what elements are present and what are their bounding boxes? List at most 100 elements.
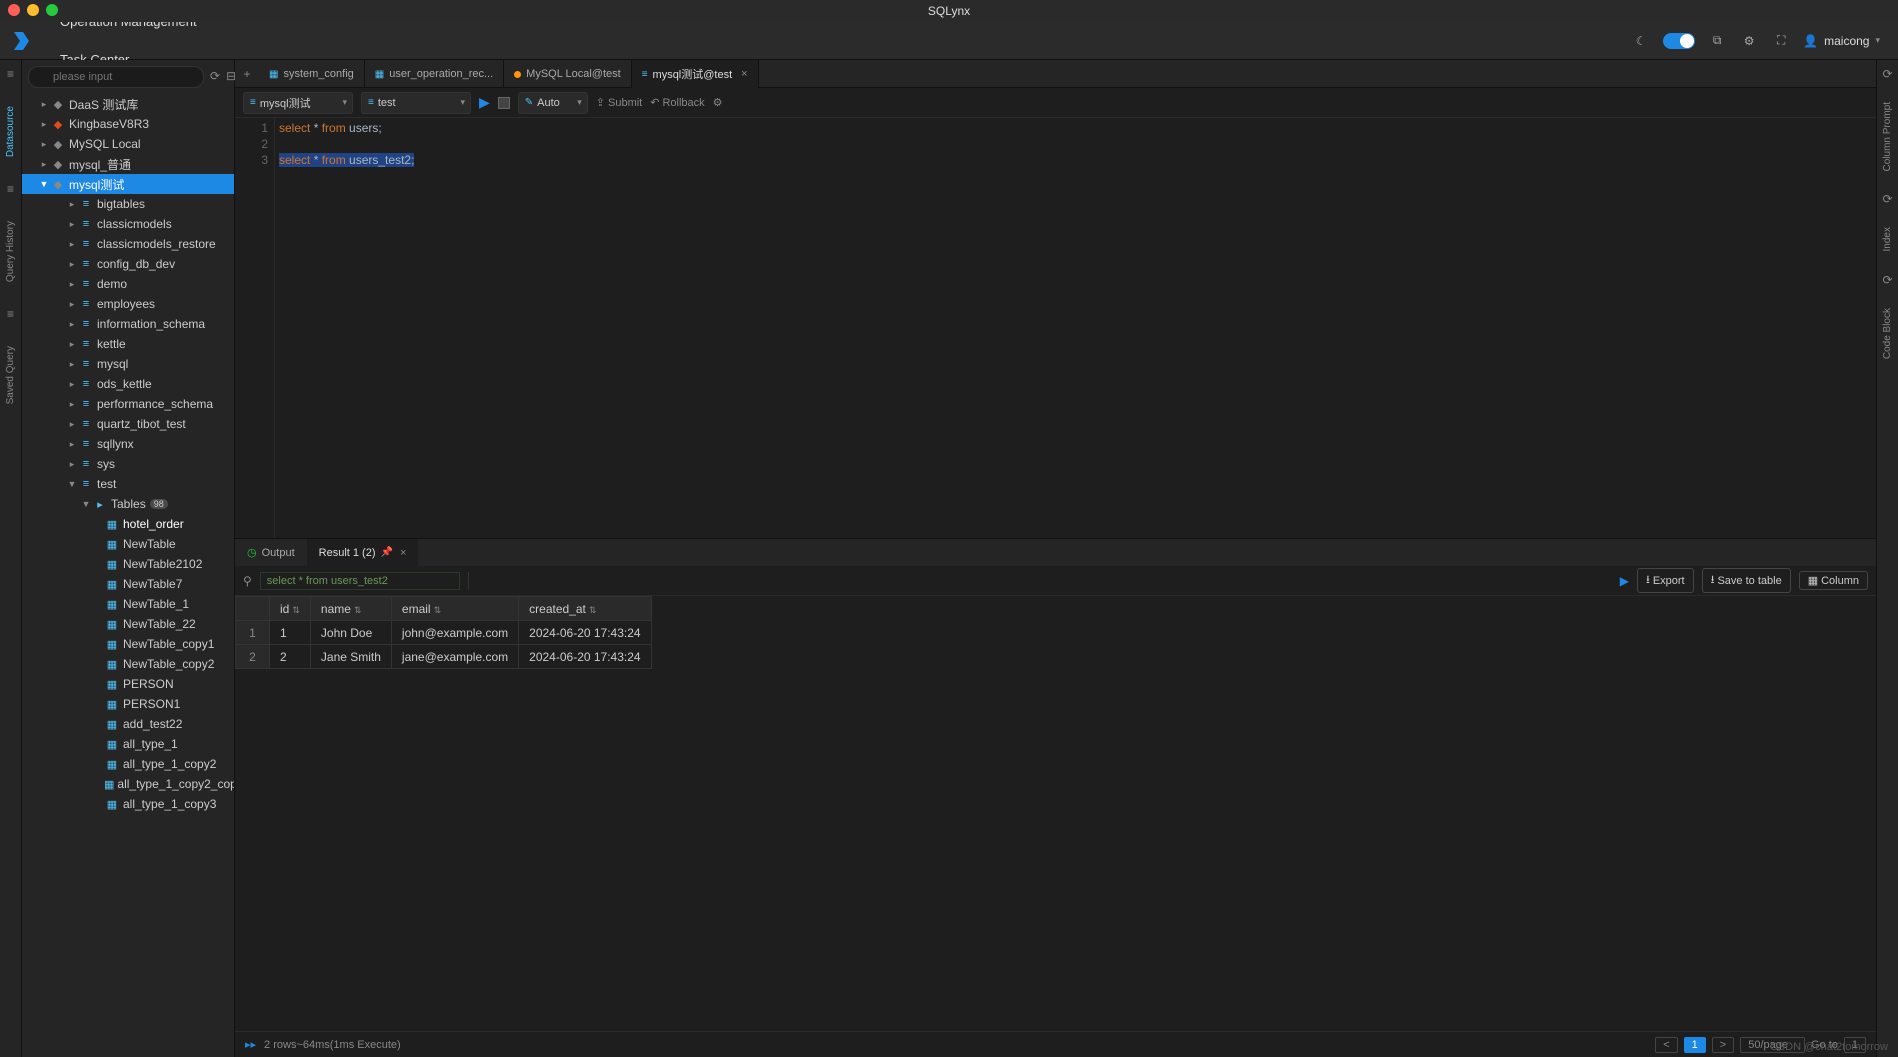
prev-page-button[interactable]: < [1655, 1037, 1677, 1053]
page-size-select[interactable]: 50/page [1740, 1037, 1805, 1053]
table-NewTable_1[interactable]: ▦NewTable_1 [22, 594, 234, 614]
db-test[interactable]: ▼≡test [22, 474, 234, 494]
table-NewTable2102[interactable]: ▦NewTable2102 [22, 554, 234, 574]
query-history-icon[interactable]: ≡ [3, 181, 19, 197]
cell[interactable]: jane@example.com [391, 645, 518, 669]
rail-datasource[interactable]: Datasource [5, 100, 16, 163]
theme-toggle[interactable] [1663, 33, 1695, 49]
sort-icon[interactable]: ⇅ [434, 605, 442, 615]
table-add_test22[interactable]: ▦add_test22 [22, 714, 234, 734]
db-mysql[interactable]: ▸≡mysql [22, 354, 234, 374]
cell[interactable]: 1 [236, 621, 270, 645]
table-NewTable7[interactable]: ▦NewTable7 [22, 574, 234, 594]
sort-icon[interactable]: ⇅ [589, 605, 597, 615]
table-row[interactable]: 11John Doejohn@example.com2024-06-20 17:… [236, 621, 652, 645]
db-employees[interactable]: ▸≡employees [22, 294, 234, 314]
db-performance_schema[interactable]: ▸≡performance_schema [22, 394, 234, 414]
pin-icon[interactable]: 📌 [381, 547, 393, 558]
column-header-name[interactable]: name⇅ [310, 597, 391, 621]
code-line[interactable]: select * from users_test2; [279, 152, 1872, 168]
sort-icon[interactable]: ⇅ [354, 605, 362, 615]
cell[interactable]: 2 [270, 645, 311, 669]
table-PERSON1[interactable]: ▦PERSON1 [22, 694, 234, 714]
column-header-rownum[interactable] [236, 597, 270, 621]
datasource-DaaS 测试库[interactable]: ▸◆DaaS 测试库 [22, 94, 234, 114]
table-NewTable[interactable]: ▦NewTable [22, 534, 234, 554]
fullscreen-icon[interactable]: ⛶ [1771, 31, 1791, 51]
tab-mysql测试-test[interactable]: ≡mysql测试@test× [632, 60, 759, 88]
close-icon[interactable]: × [400, 547, 406, 559]
table-all_type_1_copy3[interactable]: ▦all_type_1_copy3 [22, 794, 234, 814]
rail-saved-query[interactable]: Saved Query [5, 340, 16, 410]
panel-icon[interactable]: ⧉ [1707, 31, 1727, 51]
code-line[interactable]: select * from users; [279, 120, 1872, 136]
db-classicmodels_restore[interactable]: ▸≡classicmodels_restore [22, 234, 234, 254]
cell[interactable]: 2 [236, 645, 270, 669]
table-PERSON[interactable]: ▦PERSON [22, 674, 234, 694]
index-icon[interactable]: ⟳ [1880, 191, 1896, 207]
refresh-icon[interactable]: ⟳ [210, 69, 220, 85]
db-information_schema[interactable]: ▸≡information_schema [22, 314, 234, 334]
traffic-close[interactable] [8, 4, 20, 16]
table-all_type_1_copy2[interactable]: ▦all_type_1_copy2 [22, 754, 234, 774]
cell[interactable]: 2024-06-20 17:43:24 [519, 645, 651, 669]
db-sqllynx[interactable]: ▸≡sqllynx [22, 434, 234, 454]
result-tab-result-1-2-[interactable]: Result 1 (2)📌× [307, 539, 419, 567]
datasource-icon[interactable]: ≡ [3, 66, 19, 82]
tables-folder[interactable]: ▼▸Tables98 [22, 494, 234, 514]
table-NewTable_copy2[interactable]: ▦NewTable_copy2 [22, 654, 234, 674]
cell[interactable]: John Doe [310, 621, 391, 645]
datasource-select[interactable]: ≡mysql测试 [243, 92, 353, 114]
user-menu[interactable]: 👤 maicong ▾ [1803, 34, 1880, 48]
tab-system_config[interactable]: ▦system_config [259, 60, 365, 88]
db-bigtables[interactable]: ▸≡bigtables [22, 194, 234, 214]
db-classicmodels[interactable]: ▸≡classicmodels [22, 214, 234, 234]
datasource-MySQL Local[interactable]: ▸◆MySQL Local [22, 134, 234, 154]
stop-button[interactable] [498, 97, 510, 109]
column-header-created_at[interactable]: created_at⇅ [519, 597, 651, 621]
rail-code-block[interactable]: Code Block [1882, 302, 1893, 365]
cell[interactable]: 1 [270, 621, 311, 645]
run-button[interactable]: ▶ [479, 94, 490, 111]
cell[interactable]: 2024-06-20 17:43:24 [519, 621, 651, 645]
tab-MySQL-Local-test[interactable]: MySQL Local@test [504, 60, 632, 88]
table-hotel_order[interactable]: ▦hotel_order [22, 514, 234, 534]
db-kettle[interactable]: ▸≡kettle [22, 334, 234, 354]
rail-index[interactable]: Index [1882, 221, 1893, 257]
rail-column-prompt[interactable]: Column Prompt [1882, 96, 1893, 177]
datasource-mysql测试[interactable]: ▼◆mysql测试 [22, 174, 234, 194]
page-number[interactable]: 1 [1684, 1037, 1706, 1053]
table-all_type_1_copy2_copy1[interactable]: ▦all_type_1_copy2_copy1 [22, 774, 234, 794]
datasource-search-input[interactable] [28, 66, 204, 88]
db-ods_kettle[interactable]: ▸≡ods_kettle [22, 374, 234, 394]
save-to-table-button[interactable]: ⭳Save to table [1702, 568, 1791, 593]
db-config_db_dev[interactable]: ▸≡config_db_dev [22, 254, 234, 274]
db-quartz_tibot_test[interactable]: ▸≡quartz_tibot_test [22, 414, 234, 434]
next-page-button[interactable]: > [1712, 1037, 1734, 1053]
code-line[interactable] [279, 136, 1872, 152]
traffic-min[interactable] [27, 4, 39, 16]
datasource-KingbaseV8R3[interactable]: ▸◆KingbaseV8R3 [22, 114, 234, 134]
search-icon[interactable]: ⚲ [243, 574, 252, 588]
database-select[interactable]: ≡test [361, 92, 471, 114]
column-header-email[interactable]: email⇅ [391, 597, 518, 621]
saved-query-icon[interactable]: ≡ [3, 306, 19, 322]
table-NewTable_copy1[interactable]: ▦NewTable_copy1 [22, 634, 234, 654]
db-demo[interactable]: ▸≡demo [22, 274, 234, 294]
rail-query-history[interactable]: Query History [5, 215, 16, 288]
mode-select[interactable]: ✎Auto [518, 92, 588, 114]
settings-icon[interactable]: ⚙ [1739, 31, 1759, 51]
close-tab-icon[interactable]: × [741, 68, 747, 80]
cell[interactable]: john@example.com [391, 621, 518, 645]
traffic-max[interactable] [46, 4, 58, 16]
cell[interactable]: Jane Smith [310, 645, 391, 669]
tab-user_operation_rec-[interactable]: ▦user_operation_rec... [365, 60, 504, 88]
submit-button[interactable]: ⇪Submit [596, 96, 642, 109]
new-tab-button[interactable]: + [235, 60, 259, 87]
db-sys[interactable]: ▸≡sys [22, 454, 234, 474]
column-button[interactable]: ▦Column [1799, 571, 1868, 590]
table-all_type_1[interactable]: ▦all_type_1 [22, 734, 234, 754]
sort-icon[interactable]: ⇅ [292, 605, 300, 615]
tab-settings-icon[interactable]: ⚙ [713, 96, 723, 109]
rerun-button[interactable]: ▶ [1620, 574, 1629, 588]
